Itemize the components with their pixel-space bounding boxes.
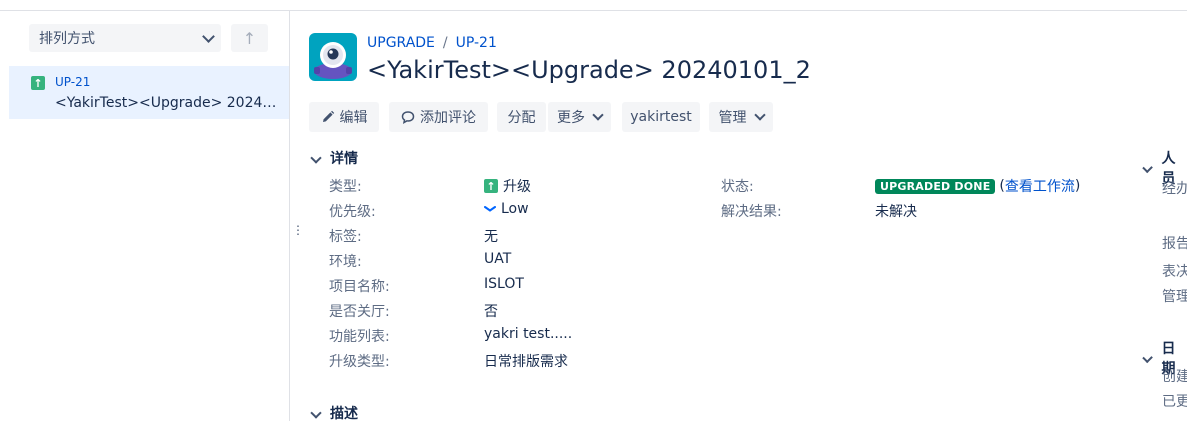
- sort-by-select[interactable]: 排列方式: [29, 24, 221, 52]
- chevron-down-icon: [1142, 352, 1154, 364]
- chevron-down-icon: [1142, 162, 1154, 174]
- close-hall-label: 是否关厅:: [329, 304, 390, 320]
- status-value: UPGRADED DONE (查看工作流): [875, 176, 1080, 196]
- chevron-down-icon: [310, 152, 322, 164]
- more-button[interactable]: 更多: [548, 102, 611, 132]
- chevron-down-icon: [753, 109, 766, 121]
- updated-label: 已更: [1162, 394, 1187, 410]
- environment-label: 环境:: [329, 254, 362, 270]
- assign-button[interactable]: 分配: [497, 102, 546, 132]
- voters-label: 表决: [1162, 264, 1187, 280]
- panel-resize-handle[interactable]: ⋮: [292, 224, 304, 236]
- features-value: yakri test.....: [484, 326, 573, 342]
- breadcrumb-separator: /: [442, 35, 448, 51]
- yakirtest-button[interactable]: yakirtest: [622, 102, 700, 132]
- sort-direction-button[interactable]: ↑: [231, 24, 268, 52]
- project-name-label: 项目名称:: [329, 279, 390, 295]
- details-heading: 详情: [330, 151, 358, 167]
- upgrade-type-value: 日常排版需求: [484, 354, 568, 370]
- assign-button-label: 分配: [507, 110, 536, 126]
- issue-list-item-summary: <YakirTest><Upgrade> 202401...: [55, 95, 277, 111]
- type-label: 类型:: [329, 179, 362, 195]
- status-badge: UPGRADED DONE: [875, 178, 996, 194]
- priority-value-text: Low: [501, 201, 529, 217]
- priority-value: Low: [484, 201, 529, 217]
- edit-button-label: 编辑: [339, 110, 368, 126]
- sort-by-label: 排列方式: [39, 31, 95, 47]
- type-value-text: 升级: [503, 179, 531, 195]
- manage-button[interactable]: 管理: [709, 102, 773, 132]
- speech-bubble-icon: [401, 111, 415, 124]
- issue-title[interactable]: <YakirTest><Upgrade> 20240101_2: [367, 56, 811, 84]
- manager-label: 管理: [1162, 289, 1187, 305]
- close-hall-value: 否: [484, 304, 498, 320]
- resolution-value: 未解决: [875, 204, 917, 220]
- project-name-value: ISLOT: [484, 276, 524, 292]
- breadcrumb-issue-link[interactable]: UP-21: [456, 35, 497, 51]
- yakirtest-button-label: yakirtest: [630, 109, 692, 125]
- assignee-label: 经办: [1162, 181, 1187, 197]
- priority-low-icon: [484, 206, 496, 212]
- description-heading: 描述: [330, 406, 358, 422]
- upgrade-type-icon: ↑: [484, 179, 498, 193]
- details-section-header[interactable]: 详情: [310, 148, 358, 168]
- labels-label: 标签:: [329, 229, 362, 245]
- workflow-paren-close: ): [1074, 178, 1081, 194]
- breadcrumb: UPGRADE / UP-21: [367, 35, 497, 51]
- issue-list-item[interactable]: ↑ UP-21 <YakirTest><Upgrade> 202401...: [9, 66, 289, 119]
- created-label: 创建: [1162, 369, 1187, 385]
- type-value: ↑ 升级: [484, 176, 531, 196]
- features-label: 功能列表:: [329, 329, 390, 345]
- chevron-down-icon: [202, 29, 215, 43]
- description-section-header[interactable]: 描述: [310, 403, 358, 423]
- chevron-down-icon: [310, 407, 322, 419]
- project-avatar-icon[interactable]: [309, 33, 357, 81]
- more-button-label: 更多: [557, 110, 585, 126]
- upgrade-type-icon: ↑: [31, 76, 45, 90]
- issue-list-panel: 排列方式 ↑ ↑ UP-21 <YakirTest><Upgrade> 2024…: [0, 11, 290, 421]
- pencil-icon: [322, 110, 334, 122]
- add-comment-button-label: 添加评论: [420, 110, 476, 126]
- issue-list-item-key: UP-21: [55, 75, 91, 89]
- edit-button[interactable]: 编辑: [309, 102, 379, 132]
- breadcrumb-project-link[interactable]: UPGRADE: [367, 35, 435, 51]
- upgrade-type-label: 升级类型:: [329, 354, 390, 370]
- chevron-down-icon: [592, 109, 604, 121]
- status-label: 状态:: [721, 179, 754, 195]
- reporter-label: 报告: [1162, 236, 1187, 252]
- arrow-up-icon: ↑: [242, 28, 257, 48]
- add-comment-button[interactable]: 添加评论: [389, 102, 488, 132]
- environment-value: UAT: [484, 251, 512, 267]
- manage-button-label: 管理: [718, 110, 747, 126]
- resolution-label: 解决结果:: [721, 204, 782, 220]
- view-workflow-link[interactable]: 查看工作流: [1005, 176, 1075, 196]
- priority-label: 优先级:: [329, 204, 376, 220]
- labels-value: 无: [484, 229, 498, 245]
